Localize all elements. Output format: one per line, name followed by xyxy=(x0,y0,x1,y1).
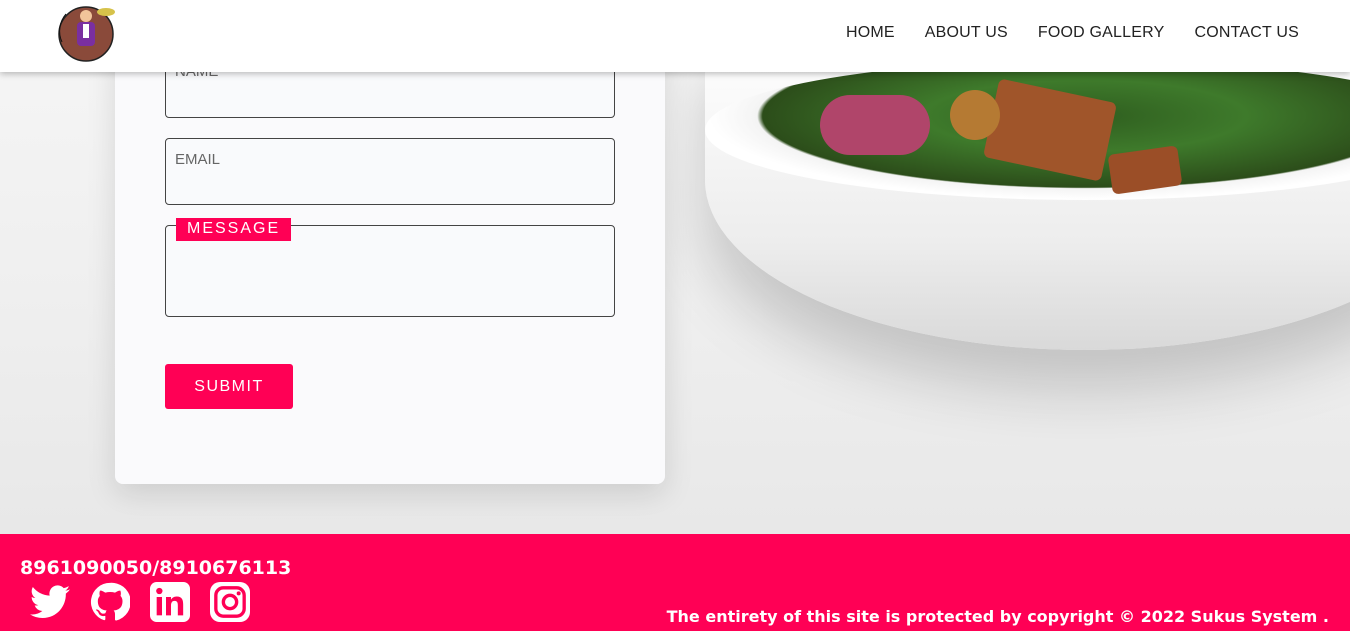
site-footer: 8961090050/8910676113 The entirety of th… xyxy=(0,534,1350,631)
food-detail xyxy=(950,90,1000,140)
instagram-icon[interactable] xyxy=(210,582,250,622)
github-icon[interactable] xyxy=(90,582,130,622)
main-nav: HOME ABOUT US FOOD GALLERY CONTACT US xyxy=(846,24,1299,42)
nav-home[interactable]: HOME xyxy=(846,24,895,42)
phone-number: 8961090050/8910676113 xyxy=(20,557,292,579)
nav-about-us[interactable]: ABOUT US xyxy=(925,24,1008,42)
twitter-icon[interactable] xyxy=(30,582,70,622)
social-links xyxy=(30,582,250,622)
nav-food-gallery[interactable]: FOOD GALLERY xyxy=(1038,24,1165,42)
copyright-text: The entirety of this site is protected b… xyxy=(666,607,1329,626)
site-header: HOME ABOUT US FOOD GALLERY CONTACT US xyxy=(0,0,1350,72)
logo-image xyxy=(58,6,115,62)
message-label: MESSAGE xyxy=(176,218,292,241)
linkedin-icon[interactable] xyxy=(150,582,190,622)
logo[interactable] xyxy=(52,2,120,62)
food-detail xyxy=(820,95,930,155)
email-field[interactable]: EMAIL xyxy=(165,138,615,205)
submit-button[interactable]: SUBMIT xyxy=(165,364,293,409)
message-field[interactable]: MESSAGE xyxy=(165,218,615,317)
contact-form-card: NAME EMAIL MESSAGE SUBMIT xyxy=(115,0,665,484)
email-placeholder: EMAIL xyxy=(175,151,221,168)
nav-contact-us[interactable]: CONTACT US xyxy=(1194,24,1299,42)
